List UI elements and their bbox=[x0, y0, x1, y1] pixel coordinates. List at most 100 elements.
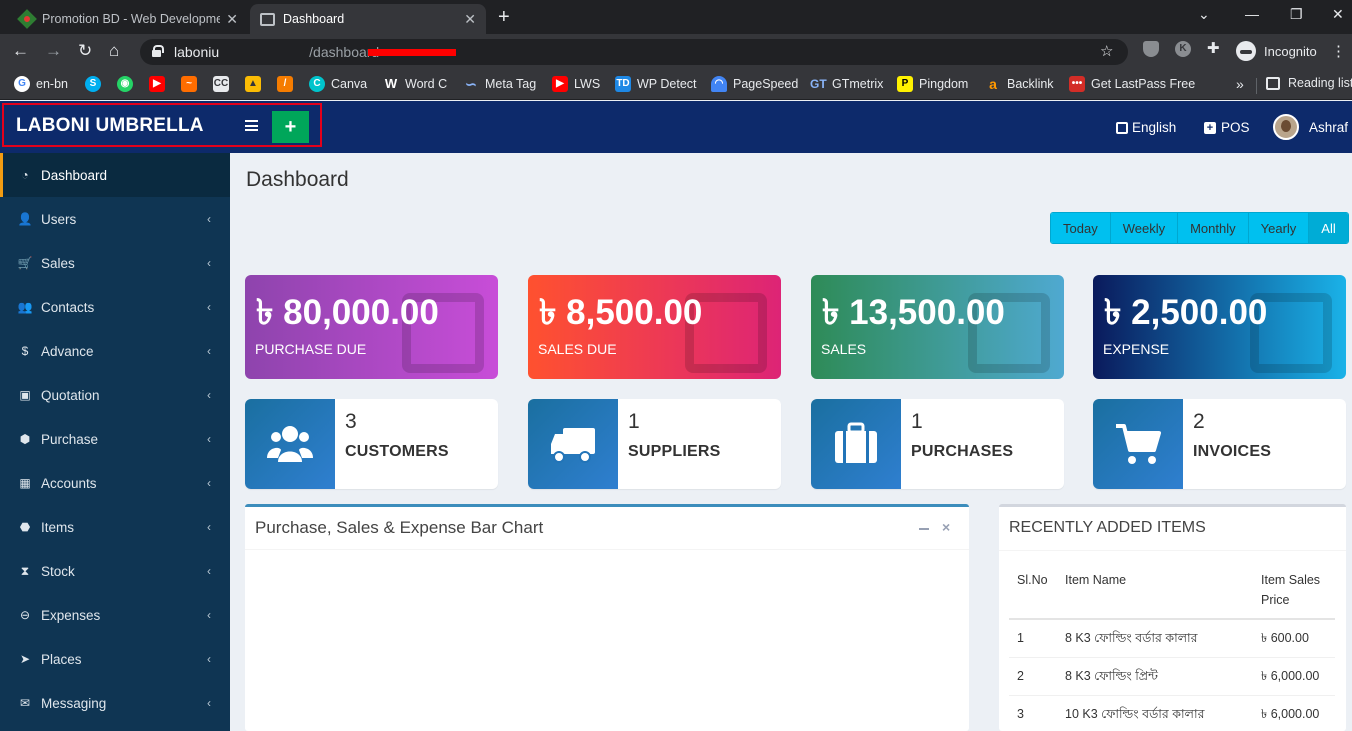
bookmark-pagespeed[interactable]: ◠ PageSpeed bbox=[711, 76, 798, 92]
cc-icon: CC bbox=[213, 76, 229, 92]
range-yearly-button[interactable]: Yearly bbox=[1248, 213, 1310, 243]
counter-label: SUPPLIERS bbox=[628, 443, 721, 460]
bookmark-star-icon[interactable]: ☆ bbox=[1100, 42, 1113, 60]
incognito-indicator[interactable]: Incognito bbox=[1234, 40, 1325, 62]
sidebar: ◔ Dashboard 👤 Users ‹ 🛒 Sales ‹ 👥 Contacts ‹ $ Advan… bbox=[0, 153, 230, 731]
bookmark-whatsapp[interactable]: ◉ bbox=[117, 76, 139, 92]
sidebar-toggle-icon[interactable] bbox=[245, 120, 258, 131]
minimize-icon[interactable]: — bbox=[1245, 6, 1259, 22]
bookmark-cc[interactable]: CC bbox=[213, 76, 235, 92]
range-weekly-button[interactable]: Weekly bbox=[1110, 213, 1179, 243]
bookmark-pingdom[interactable]: P Pingdom bbox=[897, 76, 968, 92]
bookmark-wp-detect[interactable]: TD WP Detect bbox=[615, 76, 697, 92]
sales-card[interactable]: ৳ 13,500.00 SALES bbox=[811, 275, 1064, 379]
sidebar-item-purchase[interactable]: ⬢ Purchase ‹ bbox=[0, 417, 230, 461]
counter-label: PURCHASES bbox=[911, 443, 1014, 460]
user-menu[interactable]: Ashraf bbox=[1273, 114, 1348, 140]
range-all-button[interactable]: All bbox=[1309, 213, 1348, 243]
minus-circle-icon: ⊖ bbox=[19, 608, 31, 622]
range-today-button[interactable]: Today bbox=[1051, 213, 1111, 243]
bookmark-skype[interactable]: S bbox=[85, 76, 107, 92]
expense-card[interactable]: ৳ 2,500.00 EXPENSE bbox=[1093, 275, 1346, 379]
panel-title: RECENTLY ADDED ITEMS bbox=[1009, 519, 1206, 536]
back-icon[interactable]: ← bbox=[12, 41, 29, 61]
browser-tab[interactable]: Promotion BD - Web Developme ✕ bbox=[10, 4, 248, 34]
sales-due-card[interactable]: ৳ 8,500.00 SALES DUE bbox=[528, 275, 781, 379]
google-icon: G bbox=[14, 76, 30, 92]
bookmark-youtube[interactable]: ▶ bbox=[149, 76, 171, 92]
home-icon[interactable]: ⌂ bbox=[109, 41, 119, 61]
reading-list-button[interactable]: Reading list bbox=[1266, 76, 1352, 90]
address-bar[interactable]: laboniu/dashboard ☆ bbox=[140, 39, 1128, 65]
bookmark-orange-app[interactable]: ~ bbox=[181, 76, 203, 92]
sidebar-item-sales[interactable]: 🛒 Sales ‹ bbox=[0, 241, 230, 285]
bookmark-pen[interactable]: / bbox=[277, 76, 299, 92]
bookmark-word-c[interactable]: W Word C bbox=[383, 76, 447, 92]
suppliers-card[interactable]: 1 SUPPLIERS bbox=[528, 399, 781, 489]
grid-icon: ▦ bbox=[19, 476, 31, 490]
sidebar-item-advance[interactable]: $ Advance ‹ bbox=[0, 329, 230, 373]
w-icon: W bbox=[384, 76, 398, 91]
divider bbox=[1256, 78, 1257, 94]
chevron-left-icon: ‹ bbox=[207, 256, 211, 270]
table-row: 28 K3 ফোল্ডিং প্রিন্ট ৳ 6,000.00 bbox=[1009, 657, 1335, 696]
customers-card[interactable]: 3 CUSTOMERS bbox=[245, 399, 498, 489]
restore-icon[interactable]: ❐ bbox=[1290, 6, 1303, 23]
browser-tab-active[interactable]: Dashboard ✕ bbox=[250, 4, 486, 34]
bookmark-en-bn[interactable]: Gen-bn bbox=[14, 76, 68, 92]
chevron-left-icon: ‹ bbox=[207, 432, 211, 446]
language-selector[interactable]: English bbox=[1116, 120, 1176, 135]
browser-menu-icon[interactable]: ⋮ bbox=[1331, 42, 1346, 60]
k-extension-icon[interactable]: K bbox=[1175, 41, 1191, 57]
calendar-plus-icon: ▣ bbox=[19, 388, 31, 402]
sidebar-item-dashboard[interactable]: ◔ Dashboard bbox=[0, 153, 230, 197]
extensions-puzzle-icon[interactable]: ✚ bbox=[1207, 39, 1223, 57]
dashboard-icon: ◔ bbox=[21, 168, 29, 182]
bar-chart-panel: Purchase, Sales & Expense Bar Chart × bbox=[245, 504, 969, 731]
reload-icon[interactable]: ↻ bbox=[78, 41, 92, 61]
bookmark-lws[interactable]: ▶ LWS bbox=[552, 76, 600, 92]
sidebar-item-messaging[interactable]: ✉ Messaging ‹ bbox=[0, 681, 230, 725]
bookmark-image[interactable]: ▲ bbox=[245, 76, 267, 92]
quick-add-button[interactable]: + bbox=[272, 111, 309, 143]
brand-logo-text[interactable]: LABONI UMBRELLA bbox=[16, 115, 204, 137]
forward-icon[interactable]: → bbox=[45, 41, 62, 61]
close-window-icon[interactable]: ✕ bbox=[1332, 6, 1344, 23]
sidebar-item-contacts[interactable]: 👥 Contacts ‹ bbox=[0, 285, 230, 329]
sidebar-item-stock[interactable]: ⧗ Stock ‹ bbox=[0, 549, 230, 593]
counter-value: 3 bbox=[345, 410, 357, 433]
bookmark-lastpass[interactable]: ••• Get LastPass Free bbox=[1069, 76, 1195, 92]
tab-search-icon[interactable]: ⌄ bbox=[1198, 6, 1210, 23]
purchase-due-card[interactable]: ৳ 80,000.00 PURCHASE DUE bbox=[245, 275, 498, 379]
sidebar-item-expenses[interactable]: ⊖ Expenses ‹ bbox=[0, 593, 230, 637]
bookmark-canva[interactable]: C Canva bbox=[309, 76, 367, 92]
sidebar-item-label: Contacts bbox=[41, 299, 95, 315]
chevron-left-icon: ‹ bbox=[207, 476, 211, 490]
bookmark-gtmetrix[interactable]: GT GTmetrix bbox=[810, 76, 883, 92]
sidebar-item-items[interactable]: ⬣ Items ‹ bbox=[0, 505, 230, 549]
bookmark-backlink[interactable]: a Backlink bbox=[985, 76, 1053, 92]
url-text[interactable]: laboniu/dashboard bbox=[174, 44, 379, 60]
bookmark-meta-tag[interactable]: ∽ Meta Tag bbox=[463, 76, 536, 92]
sidebar-item-places[interactable]: ➤ Places ‹ bbox=[0, 637, 230, 681]
range-monthly-button[interactable]: Monthly bbox=[1178, 213, 1249, 243]
cell-name: 10 K3 ফোল্ডিং বর্ডার কালার bbox=[1057, 695, 1253, 731]
purchases-card[interactable]: 1 PURCHASES bbox=[811, 399, 1064, 489]
column-header: Item Name bbox=[1057, 562, 1253, 620]
collapse-icon[interactable] bbox=[919, 528, 929, 530]
stat-label: SALES bbox=[821, 341, 867, 357]
invoices-card[interactable]: 2 INVOICES bbox=[1093, 399, 1346, 489]
new-tab-icon[interactable]: + bbox=[498, 6, 510, 29]
shield-extension-icon[interactable] bbox=[1143, 41, 1159, 57]
sidebar-item-users[interactable]: 👤 Users ‹ bbox=[0, 197, 230, 241]
close-icon[interactable]: × bbox=[942, 519, 950, 535]
cube-icon: ⬢ bbox=[19, 432, 31, 446]
bookmarks-overflow-icon[interactable]: » bbox=[1236, 76, 1244, 92]
sidebar-item-accounts[interactable]: ▦ Accounts ‹ bbox=[0, 461, 230, 505]
close-tab-icon[interactable]: ✕ bbox=[226, 11, 238, 28]
cell-sl: 1 bbox=[1009, 619, 1057, 658]
pos-button[interactable]: + POS bbox=[1204, 120, 1250, 135]
close-tab-icon[interactable]: ✕ bbox=[464, 11, 476, 28]
sidebar-item-quotation[interactable]: ▣ Quotation ‹ bbox=[0, 373, 230, 417]
panel-title: Purchase, Sales & Expense Bar Chart bbox=[255, 518, 544, 537]
